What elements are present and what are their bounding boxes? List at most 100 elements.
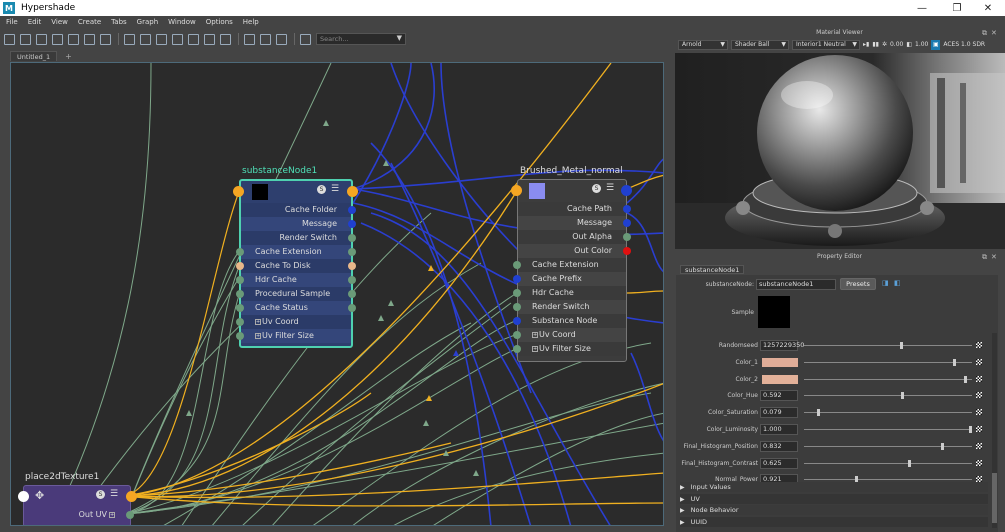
- output-connections-icon[interactable]: [36, 33, 47, 45]
- output-port[interactable]: [348, 304, 356, 312]
- node-attribute-row[interactable]: Procedural Sample Rate: [236, 287, 356, 312]
- output-port[interactable]: [347, 186, 358, 197]
- exposure-icon[interactable]: ✲: [882, 40, 887, 50]
- output-port[interactable]: [623, 219, 631, 227]
- attribute-slider[interactable]: [804, 462, 972, 464]
- input-port[interactable]: [236, 248, 244, 256]
- shape-dropdown[interactable]: Shader Ball ▼: [731, 40, 789, 50]
- slider-thumb[interactable]: [907, 459, 911, 467]
- menu-options[interactable]: Options: [206, 18, 233, 26]
- grid-toggle-icon[interactable]: [244, 33, 255, 45]
- connection-wire[interactable]: [51, 63, 152, 526]
- connection-wire[interactable]: [390, 162, 532, 526]
- expand-arrow-icon[interactable]: ▶: [680, 495, 685, 505]
- map-button-icon[interactable]: [976, 426, 982, 432]
- node-attribute-row[interactable]: Message: [518, 216, 631, 230]
- pause-icon[interactable]: ▮▮: [872, 40, 879, 50]
- map-button-icon[interactable]: [976, 358, 982, 365]
- output-port[interactable]: [348, 276, 356, 284]
- output-port[interactable]: [623, 233, 631, 241]
- node-attribute-row[interactable]: Cache Path: [518, 202, 631, 216]
- minimize-button[interactable]: —: [905, 0, 939, 16]
- collapsed-section[interactable]: ▶ UUID: [680, 516, 988, 528]
- input-port[interactable]: [511, 185, 522, 196]
- snap-grid-icon[interactable]: [260, 33, 271, 45]
- output-port[interactable]: [348, 262, 356, 270]
- attribute-value-field[interactable]: 0.625: [760, 457, 798, 469]
- connection-wire[interactable]: [124, 392, 652, 515]
- attribute-slider[interactable]: [804, 345, 972, 346]
- material-preview[interactable]: [675, 53, 1005, 249]
- output-port[interactable]: [623, 247, 631, 255]
- output-port[interactable]: [621, 185, 632, 196]
- node-attribute-row[interactable]: Cache To Disk: [236, 259, 356, 273]
- node-attribute-row[interactable]: Cache Folder: [241, 203, 356, 217]
- slider-thumb[interactable]: [901, 392, 905, 400]
- focus-output-icon[interactable]: ◧: [894, 279, 901, 287]
- custom-view-icon[interactable]: [188, 33, 199, 45]
- close-button[interactable]: ✕: [971, 0, 1005, 16]
- output-port[interactable]: [348, 248, 356, 256]
- connection-wire[interactable]: [626, 290, 664, 294]
- input-port[interactable]: [236, 318, 244, 326]
- input-port[interactable]: [513, 317, 521, 325]
- input-port[interactable]: [513, 345, 521, 353]
- node-attribute-row[interactable]: + Uv Filter Size: [236, 329, 351, 343]
- expand-icon[interactable]: +: [255, 332, 261, 339]
- search-input[interactable]: Search... ▼: [316, 33, 406, 45]
- node-attribute-row[interactable]: Cache Extension: [236, 245, 356, 259]
- place2d-node-title[interactable]: place2dTexture1: [25, 472, 99, 482]
- node-attribute-row[interactable]: Out UV +: [24, 508, 134, 522]
- clear-graph-icon[interactable]: [52, 33, 63, 45]
- node-attribute-row[interactable]: Hdr Cache Extension: [513, 286, 626, 311]
- expand-arrow-icon[interactable]: ▶: [680, 506, 685, 516]
- bookmark-icon[interactable]: [300, 33, 311, 45]
- node-attribute-row[interactable]: + Uv Filter Size: [513, 342, 626, 356]
- menu-icon[interactable]: ☰: [606, 184, 614, 193]
- map-button-icon[interactable]: [976, 442, 982, 449]
- expand-icon[interactable]: +: [532, 345, 538, 352]
- connection-wire[interactable]: [630, 352, 664, 443]
- show-connected-icon[interactable]: [140, 33, 151, 45]
- show-primary-icon[interactable]: [156, 33, 167, 45]
- attribute-value-field[interactable]: 1257229350: [760, 340, 804, 351]
- output-port[interactable]: [348, 206, 356, 214]
- node-attribute-row[interactable]: Out Color: [518, 244, 631, 258]
- menu-create[interactable]: Create: [78, 18, 101, 26]
- slider-thumb[interactable]: [964, 375, 968, 383]
- attribute-value-field[interactable]: 0.079: [760, 407, 798, 419]
- frame-selection-icon[interactable]: [220, 33, 231, 45]
- gamma-value[interactable]: 1.00: [915, 40, 928, 50]
- map-button-icon[interactable]: [976, 342, 982, 348]
- output-port[interactable]: [348, 220, 356, 228]
- menu-window[interactable]: Window: [168, 18, 196, 26]
- menu-help[interactable]: Help: [243, 18, 259, 26]
- map-button-icon[interactable]: [976, 392, 982, 399]
- input-connections-icon[interactable]: [4, 33, 15, 45]
- map-button-icon[interactable]: [976, 459, 982, 466]
- attribute-slider[interactable]: [804, 445, 972, 447]
- graph-materials-icon[interactable]: [100, 33, 111, 45]
- output-port[interactable]: [623, 205, 631, 213]
- node-attribute-row[interactable]: Cache Extension: [513, 258, 626, 272]
- collapsed-section[interactable]: ▶ UV: [680, 493, 988, 505]
- attribute-slider[interactable]: [804, 412, 972, 414]
- output-port[interactable]: [348, 234, 356, 242]
- hide-attributes-icon[interactable]: [124, 33, 135, 45]
- menu-file[interactable]: File: [6, 18, 18, 26]
- layout-nodes-icon[interactable]: [276, 33, 287, 45]
- output-port[interactable]: [126, 511, 134, 519]
- expand-arrow-icon[interactable]: ▶: [680, 518, 685, 528]
- gamma-icon[interactable]: ◧: [906, 40, 912, 50]
- slider-thumb[interactable]: [817, 409, 821, 417]
- expand-icon[interactable]: +: [532, 331, 538, 338]
- slider-thumb[interactable]: [899, 342, 903, 349]
- slider-thumb[interactable]: [952, 358, 956, 366]
- color-swatch[interactable]: [762, 357, 798, 367]
- connection-wire[interactable]: [124, 472, 664, 499]
- collapsed-section[interactable]: ▶ Input Values: [680, 482, 988, 492]
- substance-node[interactable]: S ☰ Cache Folder Message Render Switch Cach…: [233, 179, 358, 348]
- exposure-value[interactable]: 0.00: [890, 40, 903, 50]
- menu-icon[interactable]: ☰: [110, 490, 118, 499]
- output-port[interactable]: [348, 290, 356, 298]
